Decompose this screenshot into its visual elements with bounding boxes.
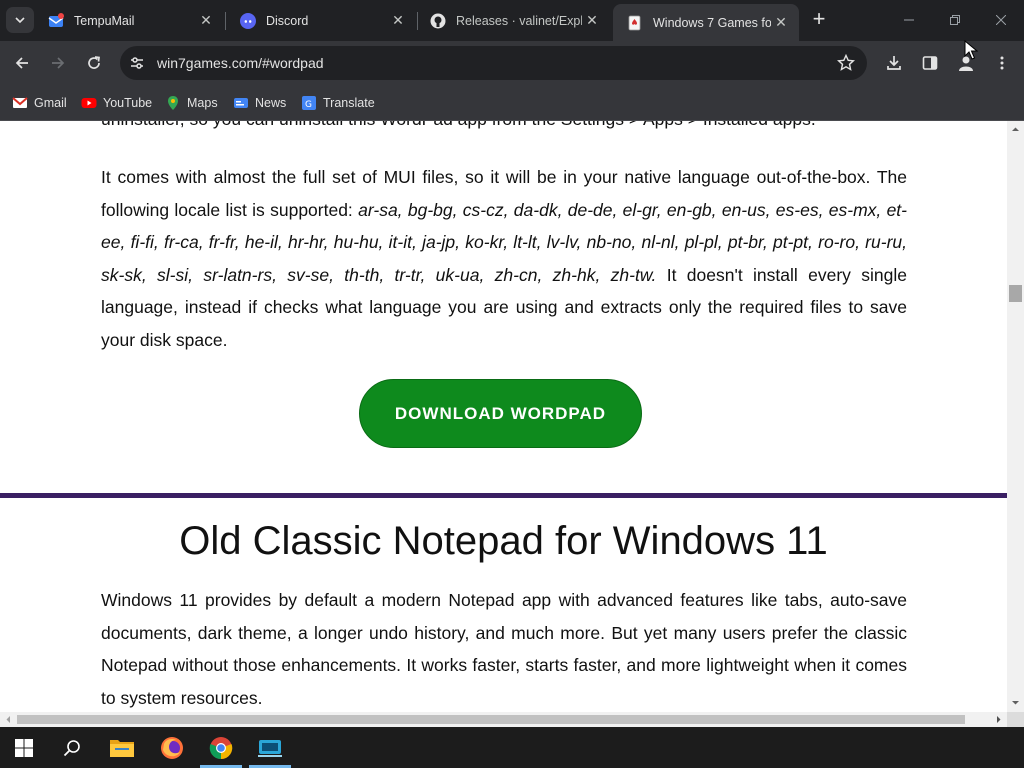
url-text[interactable]: win7games.com/#wordpad xyxy=(157,55,324,71)
close-icon[interactable]: ✕ xyxy=(196,12,216,29)
close-icon[interactable]: ✕ xyxy=(771,14,791,31)
start-button[interactable] xyxy=(0,727,48,768)
paragraph-notepad: Windows 11 provides by default a modern … xyxy=(101,590,907,708)
bookmarks-bar: Gmail YouTube Maps News G Translate xyxy=(0,85,1024,121)
news-icon xyxy=(234,98,248,108)
tab-title: Releases · valinet/Expl xyxy=(456,13,582,28)
taskbar-chrome[interactable] xyxy=(197,727,245,768)
bookmark-gmail[interactable]: Gmail xyxy=(12,92,67,114)
horizontal-scrollbar[interactable] xyxy=(0,712,1007,727)
bookmark-translate[interactable]: G Translate xyxy=(301,92,375,114)
minimize-icon xyxy=(904,19,914,21)
plus-icon: + xyxy=(812,6,826,31)
restore-button[interactable] xyxy=(932,8,978,32)
tab-title: TempuMail xyxy=(74,13,135,28)
taskbar-file-explorer[interactable] xyxy=(98,727,146,768)
tab-search-button[interactable] xyxy=(6,7,34,33)
bookmark-maps[interactable]: Maps xyxy=(165,92,218,114)
bookmark-youtube[interactable]: YouTube xyxy=(81,92,152,114)
downloads-button[interactable] xyxy=(879,48,909,78)
site-info-icon[interactable] xyxy=(128,54,146,72)
taskbar-firefox[interactable] xyxy=(148,727,196,768)
arrow-right-icon xyxy=(52,57,65,69)
reload-icon xyxy=(88,56,100,69)
tempumail-icon xyxy=(48,12,64,27)
close-icon[interactable]: ✕ xyxy=(388,12,408,29)
bookmark-news[interactable]: News xyxy=(233,92,286,114)
app-icon xyxy=(258,739,282,757)
side-panel-icon xyxy=(922,56,938,70)
scroll-left-icon[interactable] xyxy=(4,715,13,724)
back-button[interactable] xyxy=(7,48,37,78)
tab-title: Windows 7 Games for xyxy=(653,15,771,30)
vertical-scrollbar[interactable] xyxy=(1007,121,1024,712)
bookmark-label: Maps xyxy=(187,96,218,110)
bookmark-label: YouTube xyxy=(103,96,153,110)
file-explorer-icon xyxy=(110,739,134,757)
scroll-down-icon[interactable] xyxy=(1011,698,1020,707)
youtube-icon xyxy=(81,98,97,108)
taskbar xyxy=(0,727,1024,768)
mouse-cursor-icon xyxy=(964,40,978,60)
horizontal-scrollbar-thumb[interactable] xyxy=(17,715,965,724)
bookmark-label: Translate xyxy=(323,96,375,110)
search-icon xyxy=(63,739,80,756)
chrome-icon xyxy=(209,736,233,759)
firefox-icon xyxy=(161,736,183,759)
browser-toolbar: win7games.com/#wordpad xyxy=(0,41,1024,85)
bookmark-star-icon[interactable] xyxy=(837,54,855,72)
taskbar-search-button[interactable] xyxy=(48,727,96,768)
paragraph-locales: It comes with almost the full set of MUI… xyxy=(101,161,907,356)
paragraph-partial: uninstaller, so you can uninstall this W… xyxy=(101,121,907,136)
side-panel-button[interactable] xyxy=(915,48,945,78)
vertical-scrollbar-thumb[interactable] xyxy=(1009,285,1022,302)
translate-icon: G xyxy=(302,96,316,110)
more-vert-icon xyxy=(1000,56,1004,70)
close-icon xyxy=(996,15,1006,25)
scroll-right-icon[interactable] xyxy=(994,715,1003,724)
minimize-button[interactable] xyxy=(886,8,932,32)
reload-button[interactable] xyxy=(79,48,109,78)
address-bar[interactable]: win7games.com/#wordpad xyxy=(120,46,867,80)
discord-icon xyxy=(240,12,256,29)
menu-button[interactable] xyxy=(987,48,1017,78)
tab-tempumail[interactable]: TempuMail ✕ xyxy=(34,6,224,35)
tab-windows7-games[interactable]: Windows 7 Games for ✕ xyxy=(613,4,799,41)
chevron-down-icon xyxy=(15,17,25,24)
section-divider xyxy=(0,493,1007,498)
restore-icon xyxy=(950,15,960,25)
taskbar-app[interactable] xyxy=(246,727,294,768)
win7games-icon xyxy=(628,15,641,30)
bookmark-label: News xyxy=(255,96,287,110)
github-icon xyxy=(430,13,446,28)
start-icon xyxy=(15,738,33,757)
forward-button[interactable] xyxy=(43,48,73,78)
maps-icon xyxy=(168,96,178,110)
scroll-up-icon[interactable] xyxy=(1011,125,1020,134)
bookmark-label: Gmail xyxy=(34,96,67,110)
section-title: Old Classic Notepad for Windows 11 xyxy=(179,519,828,563)
gmail-icon xyxy=(12,97,28,108)
scrollbar-corner xyxy=(1007,712,1024,727)
arrow-left-icon xyxy=(15,57,28,69)
download-wordpad-button[interactable]: DOWNLOAD WORDPAD xyxy=(359,379,642,448)
tab-discord[interactable]: Discord ✕ xyxy=(226,6,416,35)
new-tab-button[interactable]: + xyxy=(807,8,831,32)
download-icon xyxy=(887,56,901,70)
page-viewport: uninstaller, so you can uninstall this W… xyxy=(0,121,1007,712)
tab-github-releases[interactable]: Releases · valinet/Expl ✕ xyxy=(416,6,610,35)
close-window-button[interactable] xyxy=(978,8,1024,32)
svg-text:G: G xyxy=(305,100,312,110)
tab-strip: TempuMail ✕ Discord ✕ Releases · valinet… xyxy=(0,0,1024,41)
tab-title: Discord xyxy=(266,13,309,28)
close-icon[interactable]: ✕ xyxy=(582,12,602,29)
